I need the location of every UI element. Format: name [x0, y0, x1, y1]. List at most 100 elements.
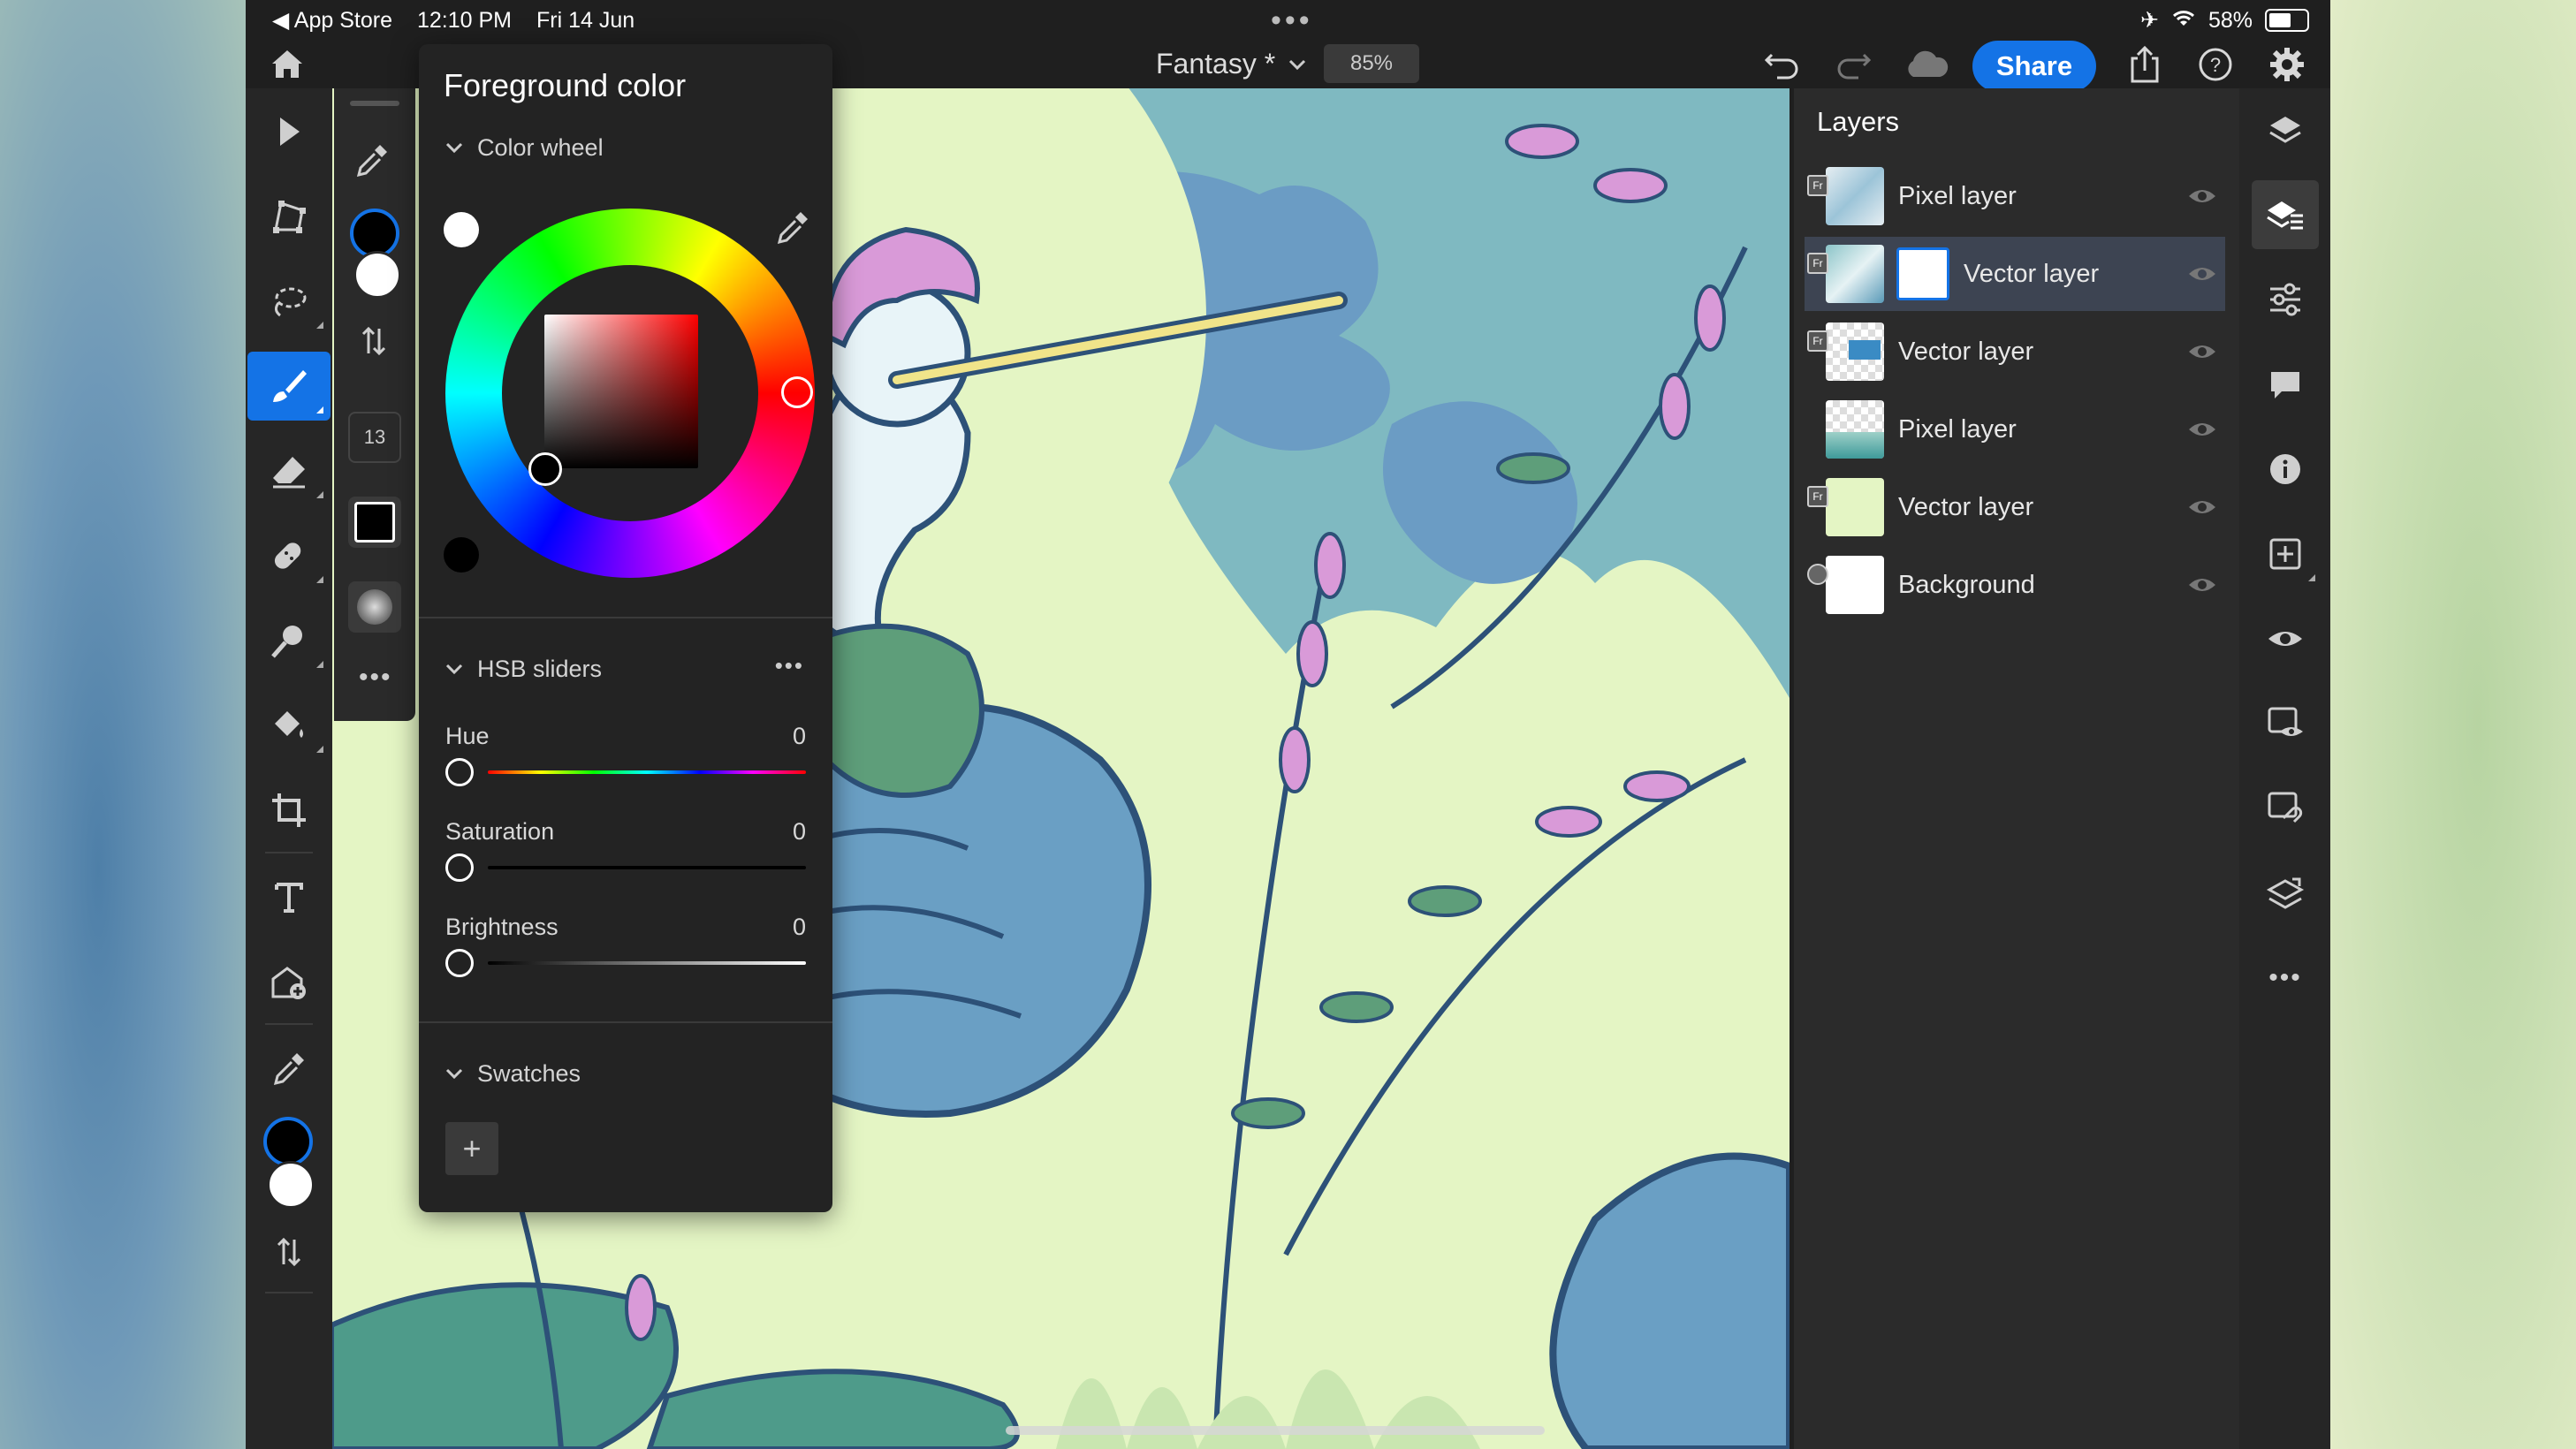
layer-mask-thumbnail[interactable]	[1896, 247, 1949, 300]
layer-row[interactable]: Background	[1805, 548, 2225, 622]
visibility-button[interactable]	[2252, 604, 2319, 673]
adjustments-button[interactable]	[2252, 265, 2319, 334]
swap-colors-button[interactable]	[247, 1218, 331, 1286]
home-indicator[interactable]	[1006, 1426, 1545, 1435]
add-swatch-button[interactable]: +	[445, 1122, 498, 1175]
layers-panel: Layers Fr Pixel layer Fr Vector layer Fr…	[1794, 88, 2239, 1449]
brush-eyedropper-icon[interactable]	[353, 141, 391, 183]
black-reset-swatch[interactable]	[444, 537, 479, 573]
eraser-tool[interactable]	[247, 436, 331, 505]
layer-thumbnail	[1826, 556, 1884, 614]
hsb-section-toggle[interactable]: HSB sliders	[445, 656, 602, 683]
mask-button[interactable]	[2252, 689, 2319, 758]
hue-ring-knob[interactable]	[781, 376, 813, 408]
brush-background-color[interactable]	[353, 251, 401, 299]
drag-handle[interactable]	[350, 101, 399, 106]
layer-row[interactable]: Pixel layer	[1805, 392, 2225, 467]
visibility-icon	[2268, 632, 2302, 646]
document-title-dropdown[interactable]: Fantasy *	[1156, 48, 1307, 80]
white-reset-swatch[interactable]	[444, 212, 479, 247]
info-icon	[2270, 454, 2300, 484]
share-button[interactable]: Share	[1972, 41, 2096, 92]
info-button[interactable]	[2252, 435, 2319, 504]
multitasking-dots-icon[interactable]: •••	[1271, 4, 1313, 38]
chevron-down-icon	[445, 1068, 463, 1079]
redo-icon[interactable]	[1833, 44, 1873, 85]
more-icon[interactable]: •••	[2252, 944, 2319, 1013]
cloud-icon[interactable]	[1900, 44, 1951, 85]
lasso-tool[interactable]	[247, 267, 331, 336]
eye-icon[interactable]	[2186, 336, 2218, 368]
hue-label: Hue	[445, 723, 490, 749]
select-icon	[280, 118, 300, 146]
export-icon[interactable]	[2124, 44, 2165, 85]
add-layer-icon	[2269, 538, 2301, 570]
panel-eyedropper-icon[interactable]	[774, 209, 811, 250]
hue-slider-track[interactable]	[488, 770, 806, 774]
brightness-slider-track[interactable]	[488, 961, 806, 965]
comments-icon	[2271, 372, 2299, 398]
brightness-value[interactable]: 0	[793, 914, 806, 941]
brush-size-value[interactable]: 13	[348, 412, 401, 463]
document-title: Fantasy *	[1156, 48, 1276, 80]
saturation-slider-track[interactable]	[488, 866, 806, 869]
battery-icon	[2265, 9, 2309, 32]
airplane-icon: ✈	[2140, 8, 2159, 33]
eye-icon[interactable]	[2186, 258, 2218, 290]
hue-slider-knob[interactable]	[445, 758, 474, 786]
fill-tool[interactable]	[247, 691, 331, 760]
saturation-value[interactable]: 0	[793, 818, 806, 846]
brush-swap-icon[interactable]	[361, 325, 387, 361]
layer-row[interactable]: Fr Vector layer	[1805, 315, 2225, 389]
brush-color-preview[interactable]	[348, 497, 401, 548]
brush-icon	[273, 370, 307, 402]
eye-icon[interactable]	[2186, 180, 2218, 212]
eyedropper-tool[interactable]	[247, 1034, 331, 1103]
home-icon[interactable]	[267, 44, 308, 85]
layers-button[interactable]	[2252, 97, 2319, 166]
color-wheel-section-toggle[interactable]: Color wheel	[445, 134, 604, 162]
type-icon	[275, 883, 303, 913]
crop-tool[interactable]	[247, 776, 331, 845]
undo-icon[interactable]	[1762, 44, 1803, 85]
brush-tool[interactable]	[247, 352, 331, 421]
layer-properties-button[interactable]	[2252, 180, 2319, 249]
swap-icon	[277, 1237, 301, 1267]
brightness-slider-knob[interactable]	[445, 949, 474, 977]
layer-name: Pixel layer	[1898, 414, 2017, 444]
link-button[interactable]	[2252, 774, 2319, 843]
eye-icon[interactable]	[2186, 491, 2218, 523]
comments-button[interactable]	[2252, 350, 2319, 419]
layer-row[interactable]: Fr Pixel layer	[1805, 159, 2225, 233]
foreground-color-swatch[interactable]	[263, 1117, 313, 1166]
settings-gear-icon[interactable]	[2267, 44, 2307, 85]
mask-icon	[2268, 707, 2303, 736]
hsb-more-icon[interactable]: •••	[775, 652, 804, 679]
background-color-swatch[interactable]	[267, 1161, 315, 1209]
place-image-icon	[271, 967, 306, 999]
more-options-icon[interactable]: •••	[359, 663, 392, 693]
layer-row-selected[interactable]: Fr Vector layer	[1805, 237, 2225, 311]
healing-tool[interactable]	[247, 521, 331, 590]
eye-icon[interactable]	[2186, 569, 2218, 601]
wifi-icon	[2171, 8, 2196, 34]
layer-row[interactable]: Fr Vector layer	[1805, 470, 2225, 544]
brush-softness-preview[interactable]	[348, 581, 401, 633]
select-tool[interactable]	[247, 97, 331, 166]
merge-button[interactable]	[2252, 859, 2319, 928]
swatches-section-toggle[interactable]: Swatches	[445, 1060, 581, 1088]
saturation-slider-knob[interactable]	[445, 853, 474, 882]
back-to-app-link[interactable]: ◀ App Store	[272, 7, 392, 34]
transform-tool[interactable]	[247, 182, 331, 251]
eye-icon[interactable]	[2186, 413, 2218, 445]
help-icon[interactable]: ?	[2195, 44, 2236, 85]
saturation-brightness-knob[interactable]	[528, 452, 562, 486]
add-layer-button[interactable]	[2252, 520, 2319, 588]
hue-value[interactable]: 0	[793, 723, 806, 750]
layer-properties-icon	[2267, 201, 2303, 230]
zoom-level[interactable]: 85%	[1324, 44, 1419, 83]
clone-tool[interactable]	[247, 606, 331, 675]
place-image-tool[interactable]	[247, 947, 331, 1016]
saturation-brightness-square[interactable]	[544, 315, 698, 468]
type-tool[interactable]	[247, 862, 331, 931]
